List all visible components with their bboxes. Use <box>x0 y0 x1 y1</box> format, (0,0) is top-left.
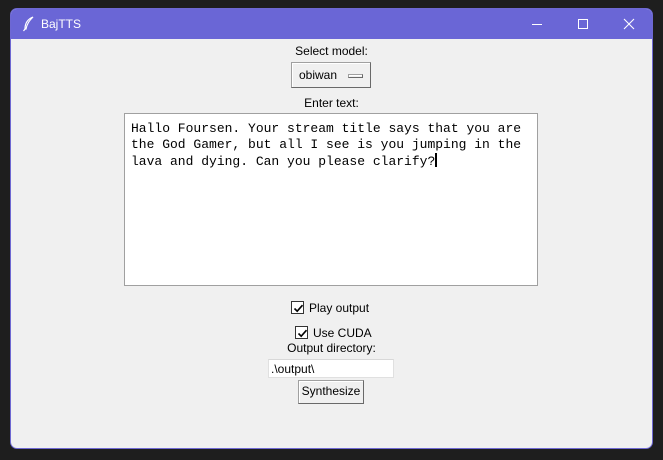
play-output-label: Play output <box>309 301 370 315</box>
maximize-button[interactable] <box>560 9 606 39</box>
text-input-area[interactable]: Hallo Foursen. Your stream title says th… <box>124 113 538 286</box>
model-select[interactable]: obiwan <box>291 62 371 88</box>
text-caret <box>435 153 438 167</box>
app-window: BajTTS Select model: obiwan Enter text: … <box>10 8 653 449</box>
window-title: BajTTS <box>41 17 82 31</box>
title-bar[interactable]: BajTTS <box>11 9 652 39</box>
use-cuda-label: Use CUDA <box>313 326 372 340</box>
main-panel: Select model: obiwan Enter text: Hallo F… <box>11 39 652 448</box>
text-line: the God Gamer, but all I see is you jump… <box>131 137 522 152</box>
play-output-checkbox-box[interactable] <box>291 301 304 314</box>
checkmark-icon <box>293 304 304 313</box>
model-select-value: obiwan <box>299 68 338 82</box>
close-button[interactable] <box>606 9 652 39</box>
enter-text-label: Enter text: <box>304 96 359 110</box>
dropdown-indicator-icon <box>348 74 363 78</box>
output-directory-input[interactable]: .\output\ <box>268 359 394 378</box>
output-directory-label: Output directory: <box>287 341 376 355</box>
checkmark-icon <box>297 329 308 338</box>
feather-icon <box>22 16 36 32</box>
text-line: lava and dying. Can you please clarify? <box>131 154 436 169</box>
close-icon <box>623 18 635 30</box>
minimize-icon <box>532 24 542 25</box>
use-cuda-checkbox-box[interactable] <box>295 326 308 339</box>
text-line: Hallo Foursen. Your stream title says th… <box>131 121 522 136</box>
select-model-label: Select model: <box>295 44 368 58</box>
maximize-icon <box>578 19 588 29</box>
synthesize-button[interactable]: Synthesize <box>298 380 364 404</box>
minimize-button[interactable] <box>514 9 560 39</box>
